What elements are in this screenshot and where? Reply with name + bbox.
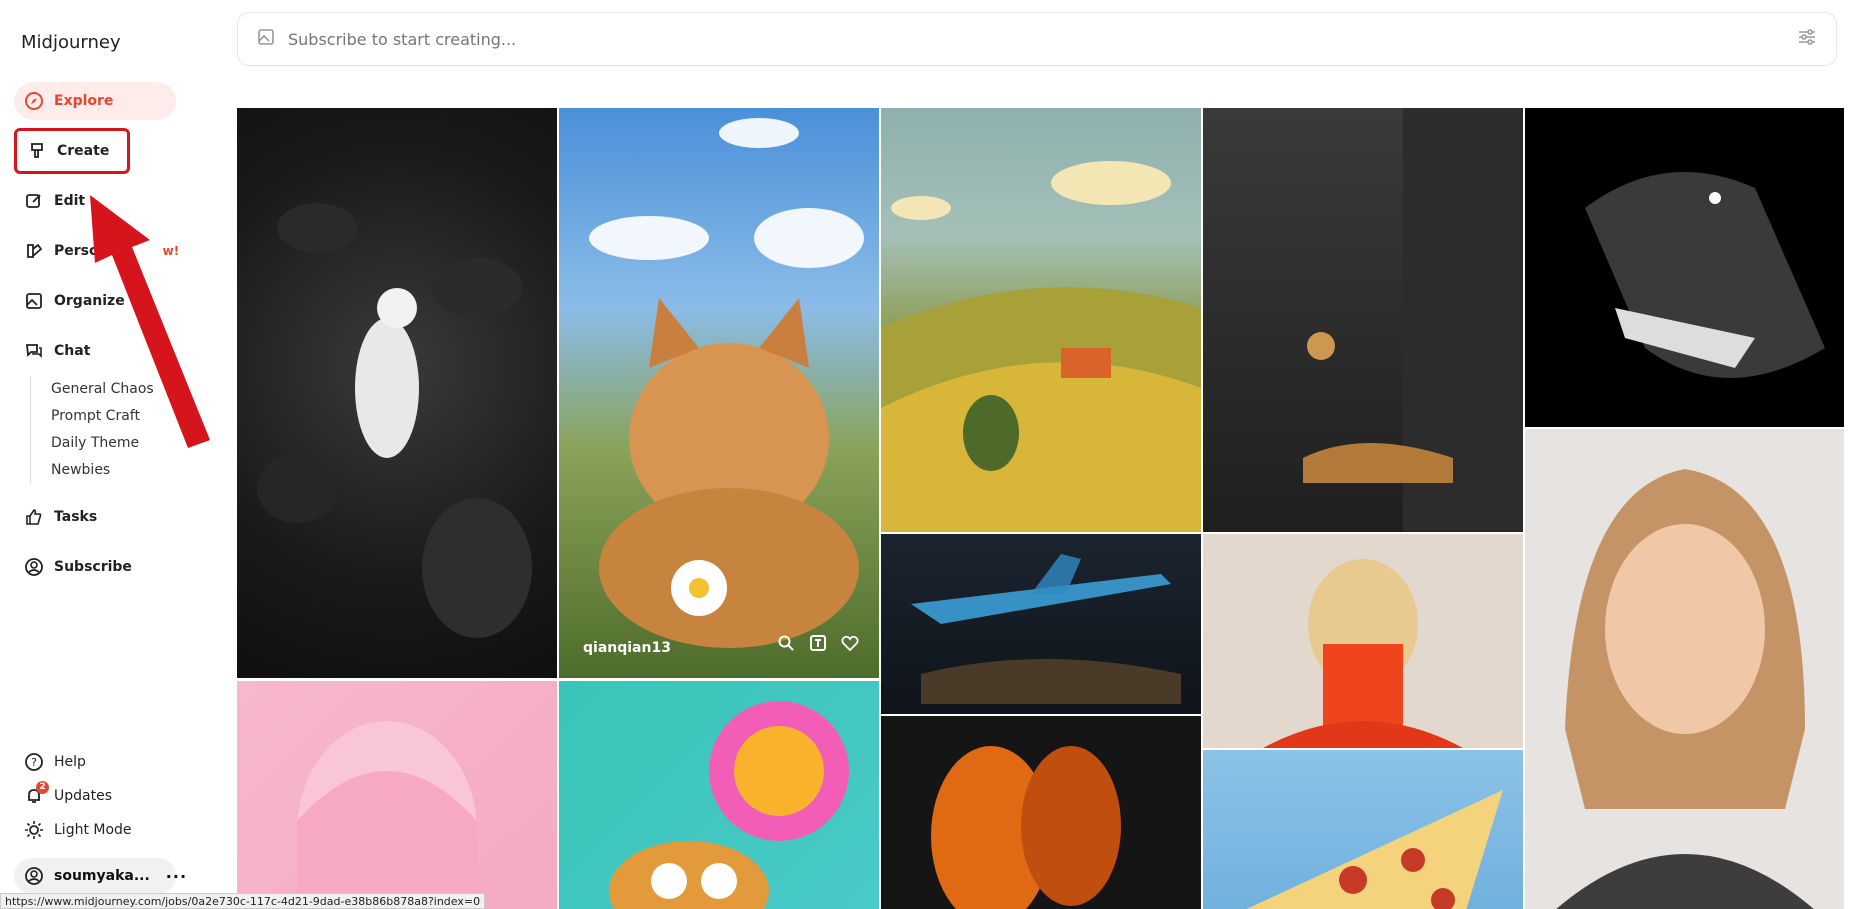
couple-silhouette-image xyxy=(931,746,1121,909)
nav-personalize[interactable]: Perso w! xyxy=(14,232,179,270)
nav-create[interactable]: Create xyxy=(14,128,130,174)
image-tile[interactable] xyxy=(237,108,557,678)
woman-red-book-image xyxy=(1263,559,1463,748)
palette-icon xyxy=(24,241,44,261)
image-tile[interactable] xyxy=(881,108,1201,532)
image-tile[interactable] xyxy=(881,716,1201,909)
image-tile[interactable]: qianqian13 xyxy=(559,108,879,678)
app-logo[interactable]: Midjourney xyxy=(21,32,121,53)
channel-prompt-craft[interactable]: Prompt Craft xyxy=(51,403,176,430)
plane-book-image xyxy=(911,554,1181,704)
image-tile[interactable] xyxy=(1525,108,1844,427)
svg-text:?: ? xyxy=(31,756,37,769)
tile-actions xyxy=(777,634,859,656)
compass-icon xyxy=(24,91,44,111)
street-car-image xyxy=(1303,108,1523,532)
woman-portrait-image xyxy=(1556,469,1814,909)
nav-edit-label: Edit xyxy=(54,193,86,209)
nav-subscribe[interactable]: Subscribe xyxy=(14,548,176,586)
status-url: https://www.midjourney.com/jobs/0a2e730c… xyxy=(0,893,486,909)
nav-organize[interactable]: Organize xyxy=(14,282,176,320)
image-icon xyxy=(24,291,44,311)
image-tile[interactable] xyxy=(881,534,1201,714)
channel-general-chaos[interactable]: General Chaos xyxy=(51,376,176,403)
nav-personalize-label: Perso xyxy=(54,243,99,259)
image-tile[interactable] xyxy=(1525,429,1844,909)
pink-portrait-image xyxy=(297,721,477,909)
chat-icon xyxy=(24,341,44,361)
landscape-image xyxy=(881,161,1201,532)
brush-icon xyxy=(27,141,47,161)
nav-help-label: Help xyxy=(54,754,86,770)
nav-help[interactable]: ? Help xyxy=(14,745,176,779)
image-tile[interactable] xyxy=(1203,750,1523,909)
colorful-creature-image xyxy=(609,701,849,909)
image-upload-icon[interactable] xyxy=(256,27,276,51)
user-circle-icon xyxy=(24,557,44,577)
bird-artwork-image xyxy=(257,203,532,638)
nav-tasks-label: Tasks xyxy=(54,509,98,525)
nav-organize-label: Organize xyxy=(54,293,125,309)
edit-icon xyxy=(24,191,44,211)
dog-illustration-image xyxy=(1585,172,1825,378)
nav-explore-label: Explore xyxy=(54,93,114,109)
channel-newbies[interactable]: Newbies xyxy=(51,457,176,484)
thumbs-up-icon xyxy=(24,507,44,527)
creator-name[interactable]: qianqian13 xyxy=(583,640,671,656)
bottom-nav: ? Help 2 Updates Light Mode xyxy=(14,745,176,847)
username: soumyaka... xyxy=(54,868,150,884)
image-tile[interactable] xyxy=(1203,534,1523,748)
nav-updates[interactable]: 2 Updates xyxy=(14,779,176,813)
nav-updates-label: Updates xyxy=(54,788,112,804)
explore-image-grid: qianqian13 xyxy=(237,108,1844,909)
nav-create-label: Create xyxy=(57,143,110,159)
nav-light-mode-label: Light Mode xyxy=(54,822,132,838)
image-tile[interactable] xyxy=(559,681,879,909)
prompt-bar[interactable] xyxy=(237,12,1837,66)
updates-count-badge: 2 xyxy=(36,781,49,794)
sun-icon xyxy=(24,820,44,840)
image-tile[interactable] xyxy=(237,681,557,909)
pizza-image xyxy=(1246,790,1503,909)
more-options-icon[interactable]: ··· xyxy=(166,867,187,886)
nav-edit[interactable]: Edit xyxy=(14,182,176,220)
sidebar: Midjourney Explore Create Edit Perso w! xyxy=(0,0,200,909)
nav-light-mode[interactable]: Light Mode xyxy=(14,813,176,847)
nav-chat[interactable]: Chat xyxy=(14,332,176,370)
prompt-input[interactable] xyxy=(288,29,1796,49)
image-tile[interactable] xyxy=(1203,108,1523,532)
prompt-text-icon[interactable] xyxy=(809,634,827,656)
nav-chat-label: Chat xyxy=(54,343,91,359)
cat-artwork-image xyxy=(589,118,864,648)
main-nav: Explore Create Edit Perso w! Organize Ch… xyxy=(14,82,179,598)
channel-daily-theme[interactable]: Daily Theme xyxy=(51,430,176,457)
search-icon[interactable] xyxy=(777,634,795,656)
help-icon: ? xyxy=(24,752,44,772)
heart-icon[interactable] xyxy=(841,634,859,656)
user-account-button[interactable]: soumyaka... ··· xyxy=(14,858,186,894)
chat-channel-list: General Chaos Prompt Craft Daily Theme N… xyxy=(30,376,176,484)
settings-sliders-icon[interactable] xyxy=(1796,26,1818,52)
new-badge: w! xyxy=(162,244,180,258)
nav-explore[interactable]: Explore xyxy=(14,82,176,120)
nav-subscribe-label: Subscribe xyxy=(54,559,132,575)
user-circle-icon xyxy=(24,866,44,886)
nav-tasks[interactable]: Tasks xyxy=(14,498,176,536)
